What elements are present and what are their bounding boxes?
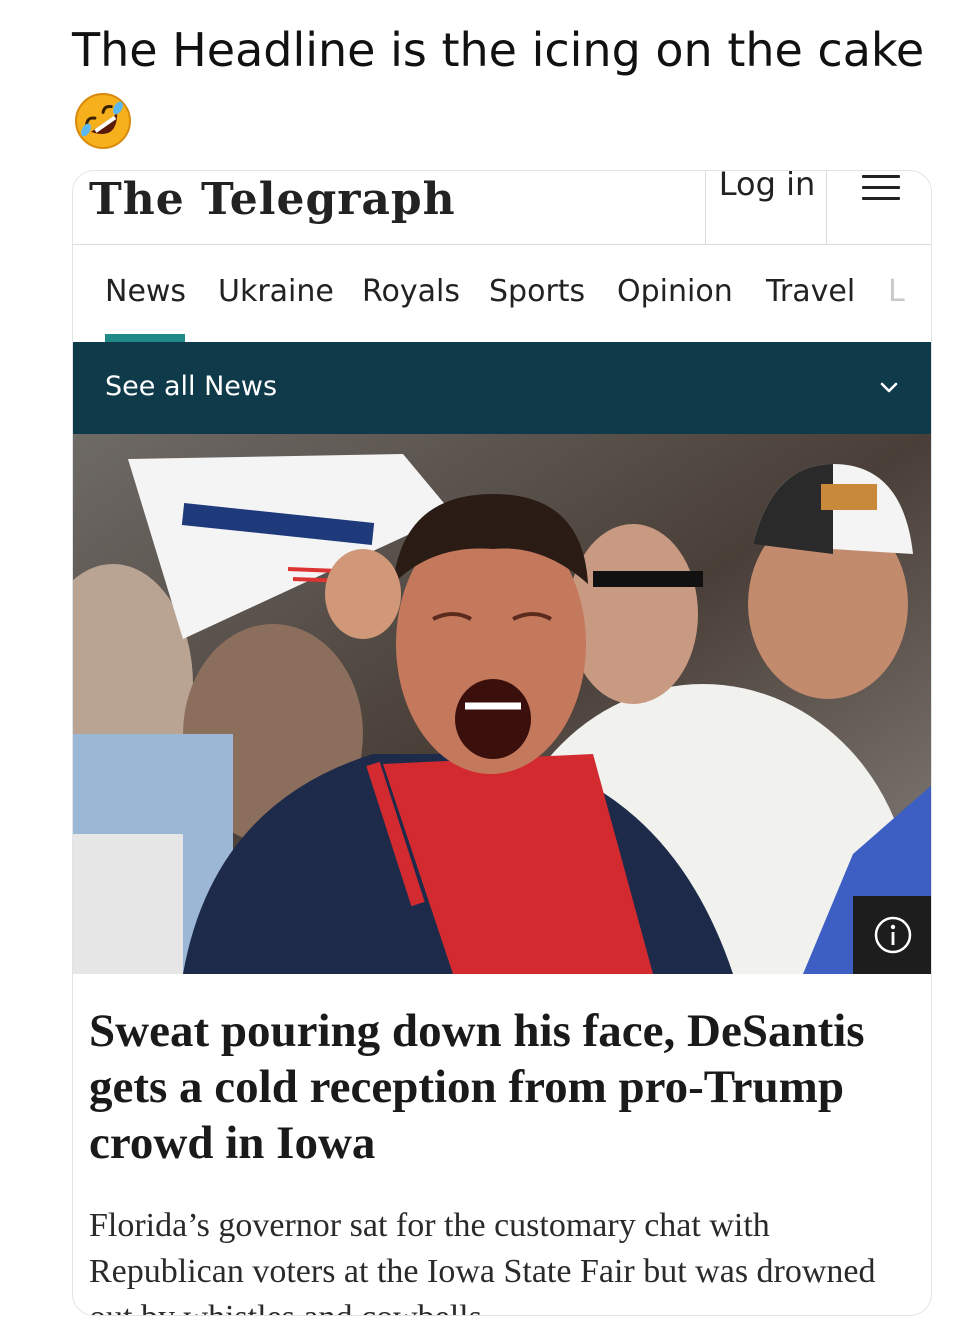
article-summary: Florida’s governor sat for the customary… [89,1207,876,1315]
article-photo[interactable] [73,434,931,974]
see-all-news-link[interactable]: See all News [105,369,277,405]
nav-item-sports[interactable]: Sports [489,272,585,312]
nav-item-opinion[interactable]: Opinion [617,272,733,312]
tweet-text: The Headline is the icing on the cake [72,23,925,77]
telegraph-logo[interactable]: The Telegraph [89,171,456,229]
hamburger-menu-icon[interactable] [862,173,900,203]
nav-item-royals[interactable]: Royals [362,272,460,312]
subnav-bar[interactable]: See all News [73,342,931,434]
image-info-button[interactable] [853,896,931,974]
article-headline[interactable]: Sweat pouring down his face, DeSantis ge… [89,1003,919,1171]
login-button[interactable]: Log in [706,171,828,200]
nav-item-overflow[interactable]: L [888,272,905,312]
site-header: The Telegraph Log in [73,171,931,245]
rolling-on-floor-laughing-emoji [75,93,131,149]
info-icon [874,916,912,954]
article-photo-illustration [73,434,931,974]
nav-item-news[interactable]: News [105,272,186,312]
menu-cell [827,171,931,245]
chevron-down-icon[interactable] [878,376,900,398]
article-card[interactable]: The Telegraph Log in News Ukraine Royals… [72,170,932,1316]
active-tab-indicator [105,334,185,342]
login-cell: Log in [705,171,827,245]
nav-item-travel[interactable]: Travel [766,272,855,312]
section-nav: News Ukraine Royals Sports Opinion Trave… [73,245,931,342]
nav-item-ukraine[interactable]: Ukraine [218,272,334,312]
